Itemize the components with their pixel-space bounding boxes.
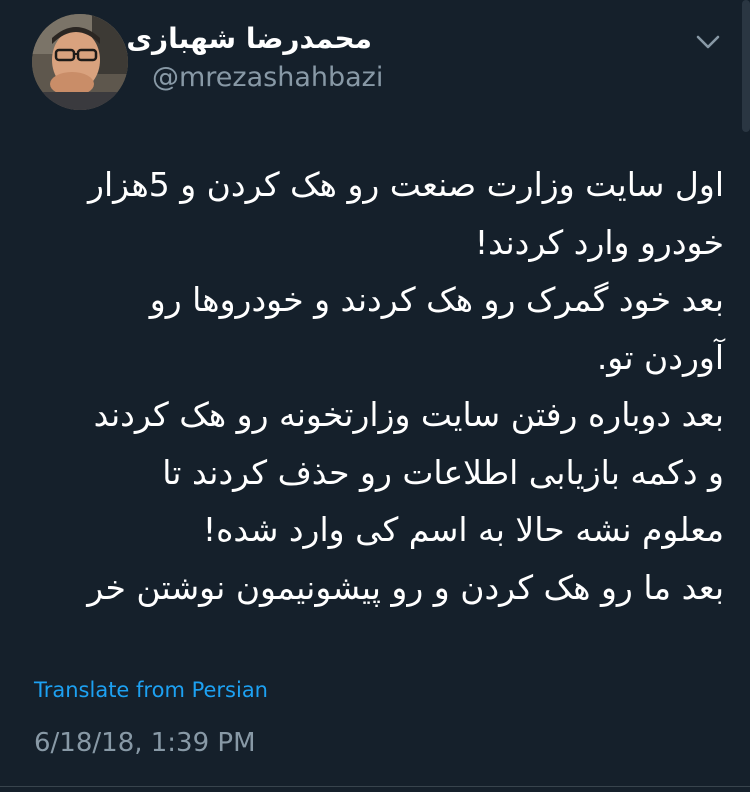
divider [0,786,750,787]
tweet-line: و دکمه بازیابی اطلاعات رو حذف کردند تا [162,452,724,492]
tweet-detail: محمدرضا شهبازی @mrezashahbazi اول سایت و… [0,0,750,792]
translate-link[interactable]: Translate from Persian [34,678,268,702]
tweet-timestamp[interactable]: 6/18/18, 1:39 PM [34,728,256,758]
tweet-line: آوردن تو. [596,337,724,377]
tweet-line: بعد دوباره رفتن سایت وزارتخونه رو هک کرد… [93,395,724,434]
tweet-text: اول سایت وزارت صنعت رو هک کردن و 5هزار خ… [34,156,724,616]
tweet-line: بعد ما رو هک کردن و رو پیشونیمون نوشتن خ… [87,567,724,607]
tweet-line: خودرو وارد کردند! [474,222,724,262]
avatar[interactable] [32,14,128,110]
person-photo-avatar-icon [32,14,128,110]
author-handle[interactable]: @mrezashahbazi [152,62,383,93]
chevron-down-icon[interactable] [694,28,722,56]
tweet-line: اول سایت وزارت صنعت رو هک کردن و 5هزار [88,165,724,204]
scrollbar[interactable] [742,0,750,132]
author-display-name[interactable]: محمدرضا شهبازی [126,22,372,55]
tweet-line: معلوم نشه حالا به اسم کی وارد شده! [202,510,724,549]
tweet-line: بعد خود گمرک رو هک کردند و خودروها رو [149,280,724,319]
